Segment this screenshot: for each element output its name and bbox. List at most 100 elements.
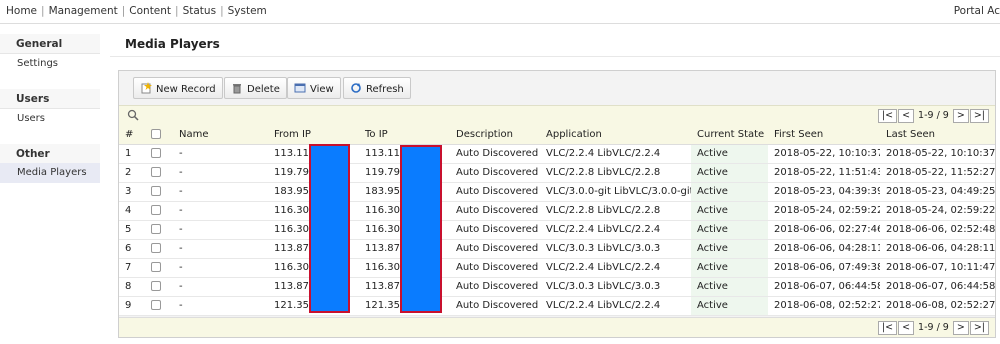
col-application-header[interactable]: Application (540, 125, 691, 145)
row-number: 3 (119, 182, 145, 202)
view-button[interactable]: View (287, 77, 341, 99)
pager-last-button[interactable]: >| (969, 109, 989, 123)
col-number-header[interactable]: # (119, 125, 145, 145)
pager-last-button[interactable]: >| (969, 321, 989, 335)
refresh-label: Refresh (366, 84, 404, 95)
nav-management[interactable]: Management (49, 5, 118, 17)
nav-home[interactable]: Home (6, 5, 37, 17)
row-number: 4 (119, 201, 145, 221)
description-cell: Auto Discovered (450, 258, 540, 278)
name-cell: - (173, 182, 268, 202)
select-all-checkbox[interactable] (151, 128, 161, 139)
first-seen-cell: 2018-06-06, 04:28:11 (768, 239, 880, 259)
pager-next-button[interactable]: > (952, 321, 969, 335)
row-select[interactable] (145, 258, 173, 278)
pager-prev-button[interactable]: < (898, 321, 915, 335)
name-cell: - (173, 258, 268, 278)
view-label: View (310, 84, 334, 95)
last-seen-cell: 2018-06-07, 06:44:58 (880, 277, 995, 297)
table-row[interactable]: 9-121.35. 121.35. Auto Discovered VLC/2.2.4… (119, 296, 995, 316)
description-cell: Auto Discovered (450, 182, 540, 202)
state-cell: Active (691, 201, 768, 221)
nav-content[interactable]: Content (129, 5, 171, 17)
name-cell: - (173, 296, 268, 316)
row-checkbox[interactable] (151, 262, 161, 272)
application-cell: VLC/2.2.8 LibVLC/2.2.8 (540, 163, 691, 183)
nav-status[interactable]: Status (183, 5, 216, 17)
state-cell: Active (691, 220, 768, 240)
application-cell: VLC/2.2.4 LibVLC/2.2.4 (540, 258, 691, 278)
table-row[interactable]: 1-113.116 113.116 Auto Discovered VLC/2.2.4… (119, 144, 995, 164)
sidebar-item-media-players[interactable]: Media Players (0, 163, 100, 183)
col-description-header[interactable]: Description (450, 125, 540, 145)
row-select[interactable] (145, 296, 173, 316)
row-checkbox[interactable] (151, 224, 161, 234)
row-checkbox[interactable] (151, 186, 161, 196)
description-cell: Auto Discovered (450, 163, 540, 183)
row-select[interactable] (145, 182, 173, 202)
application-cell: VLC/3.0.3 LibVLC/3.0.3 (540, 277, 691, 297)
table-row[interactable]: 4-116.30. 116.30. Auto Discovered VLC/2.2.8… (119, 201, 995, 221)
nav-separator: | (220, 5, 224, 17)
last-seen-cell: 2018-05-24, 02:59:22 (880, 201, 995, 221)
table-row[interactable]: 8-113.87. 113.87. Auto Discovered VLC/3.0.3… (119, 277, 995, 297)
row-select[interactable] (145, 239, 173, 259)
state-cell: Active (691, 258, 768, 278)
sidebar-item-settings[interactable]: Settings (0, 54, 100, 74)
nav-system[interactable]: System (228, 5, 267, 17)
row-number: 8 (119, 277, 145, 297)
application-cell: VLC/2.2.4 LibVLC/2.2.4 (540, 296, 691, 316)
table-row[interactable]: 5-116.30. 116.30. Auto Discovered VLC/2.2.4… (119, 220, 995, 240)
row-checkbox[interactable] (151, 300, 161, 310)
trash-icon (231, 82, 243, 94)
pager-info: 1-9 / 9 (918, 322, 949, 333)
row-checkbox[interactable] (151, 205, 161, 215)
state-cell: Active (691, 182, 768, 202)
last-seen-cell: 2018-06-06, 04:28:11 (880, 239, 995, 259)
top-nav-links: Home | Management | Content | Status | System (6, 5, 267, 17)
table-row[interactable]: 2-119.79. 119.79. Auto Discovered VLC/2.2.8… (119, 163, 995, 183)
description-cell: Auto Discovered (450, 296, 540, 316)
row-select[interactable] (145, 163, 173, 183)
row-checkbox[interactable] (151, 281, 161, 291)
search-icon[interactable] (127, 109, 139, 124)
col-name-header[interactable]: Name (173, 125, 268, 145)
new-record-label: New Record (156, 84, 216, 95)
row-select[interactable] (145, 201, 173, 221)
new-record-button[interactable]: New Record (133, 77, 223, 99)
table-row[interactable]: 3-183.95. 183.95. Auto Discovered VLC/3.0.0… (119, 182, 995, 202)
col-current-state-header[interactable]: Current State (691, 125, 768, 145)
name-cell: - (173, 144, 268, 164)
pager-first-button[interactable]: |< (877, 321, 898, 335)
first-seen-cell: 2018-06-06, 07:49:38 (768, 258, 880, 278)
last-seen-cell: 2018-06-07, 10:11:47 (880, 258, 995, 278)
description-cell: Auto Discovered (450, 239, 540, 259)
name-cell: - (173, 201, 268, 221)
description-cell: Auto Discovered (450, 144, 540, 164)
col-to-ip-header[interactable]: To IP (359, 125, 450, 145)
row-checkbox[interactable] (151, 167, 161, 177)
pager-first-button[interactable]: |< (877, 109, 898, 123)
col-select-header[interactable] (145, 125, 173, 145)
row-select[interactable] (145, 220, 173, 240)
row-select[interactable] (145, 144, 173, 164)
row-checkbox[interactable] (151, 148, 161, 158)
col-first-seen-header[interactable]: First Seen (768, 125, 880, 145)
table-row[interactable]: 7-116.30. 116.30. Auto Discovered VLC/2.2.4… (119, 258, 995, 278)
sidebar-item-users[interactable]: Users (0, 109, 100, 129)
col-from-ip-header[interactable]: From IP (268, 125, 359, 145)
row-select[interactable] (145, 277, 173, 297)
pager-next-button[interactable]: > (952, 109, 969, 123)
refresh-button[interactable]: Refresh (343, 77, 411, 99)
redaction-mask-to-ip (400, 145, 442, 313)
state-cell: Active (691, 296, 768, 316)
table-row[interactable]: 6-113.87. 113.87. Auto Discovered VLC/3.0.3… (119, 239, 995, 259)
toolbar: New Record Delete View Refresh (119, 71, 995, 105)
last-seen-cell: 2018-05-22, 11:52:27 (880, 163, 995, 183)
pager-prev-button[interactable]: < (898, 109, 915, 123)
row-checkbox[interactable] (151, 243, 161, 253)
delete-button[interactable]: Delete (224, 77, 287, 99)
col-last-seen-header[interactable]: Last Seen (880, 125, 995, 145)
last-seen-cell: 2018-05-23, 04:49:25 (880, 182, 995, 202)
portal-link[interactable]: Portal Ac (954, 5, 1000, 17)
